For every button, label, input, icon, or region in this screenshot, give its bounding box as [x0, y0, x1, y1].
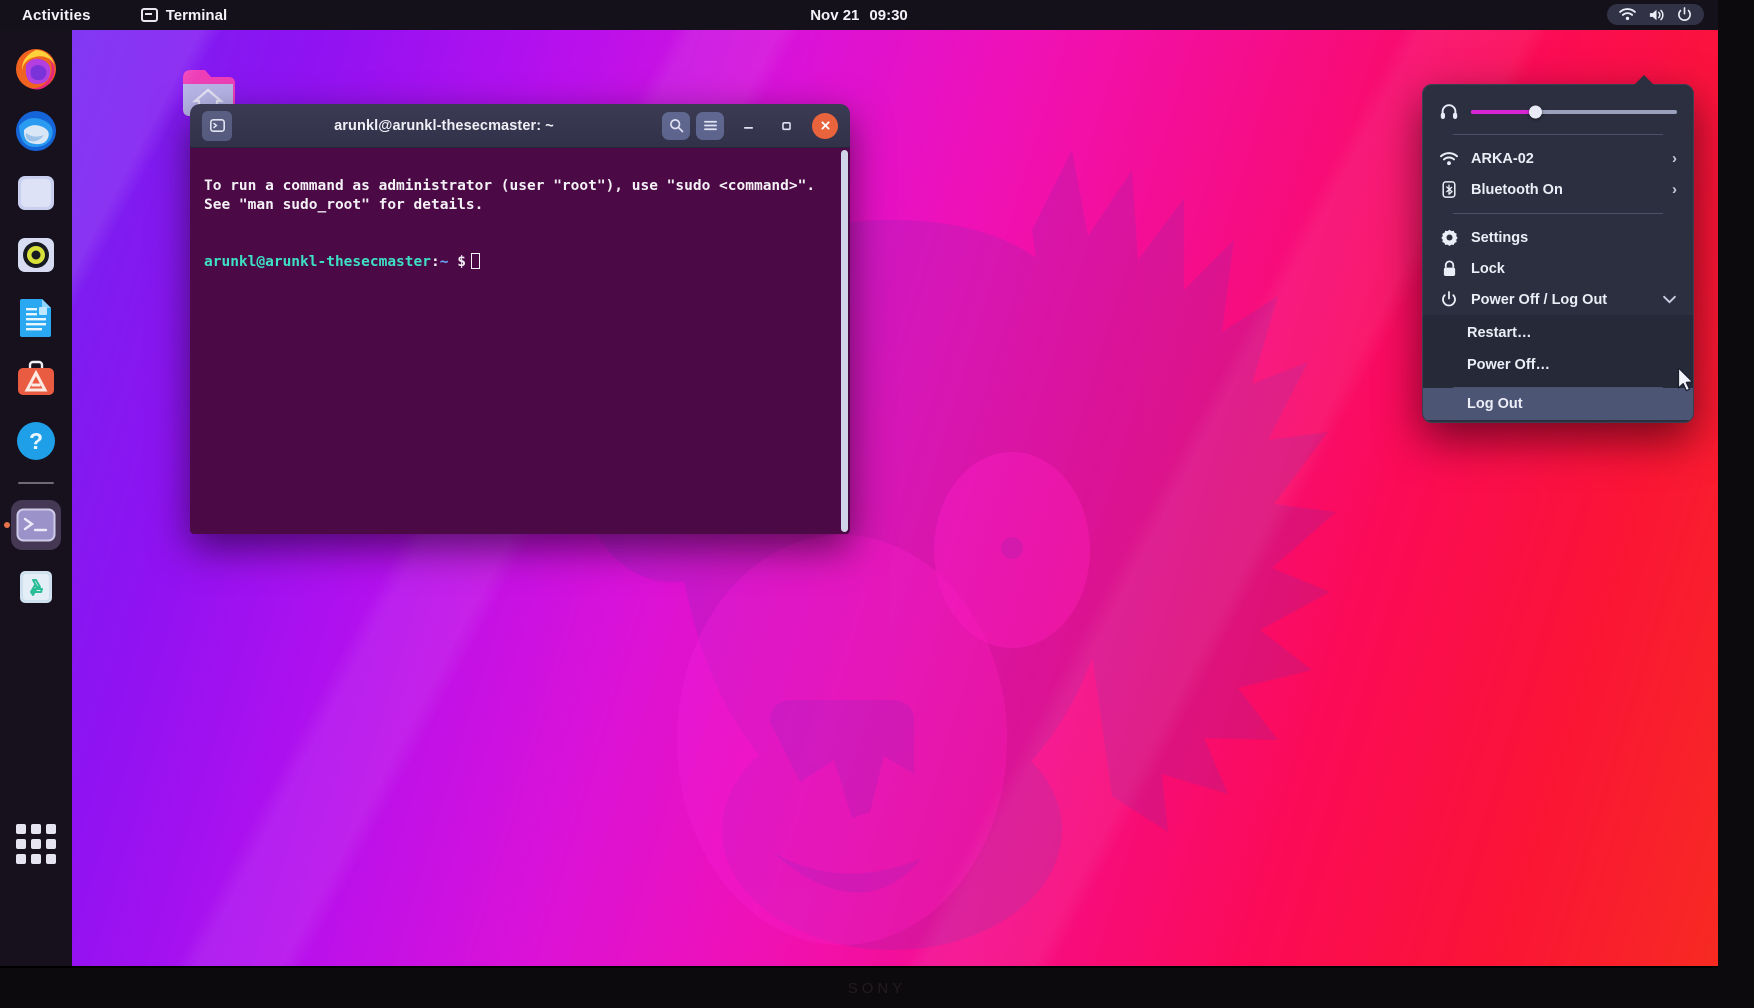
system-menu-arrow: [1634, 75, 1654, 85]
screen: arunkl@arunkl-thesecmaster: ~ To run a c…: [0, 0, 1718, 968]
terminal-output-line-1: To run a command as administrator (user …: [204, 178, 816, 194]
wifi-label: ARKA-02: [1471, 150, 1534, 167]
close-icon[interactable]: [812, 112, 838, 139]
prompt-symbol: $: [457, 254, 466, 270]
terminal-tab-icon[interactable]: [202, 110, 232, 141]
dock-item-ubuntu-software[interactable]: [11, 354, 61, 404]
terminal-window[interactable]: arunkl@arunkl-thesecmaster: ~ To run a c…: [190, 104, 850, 534]
terminal-output-line-2: See "man sudo_root" for details.: [204, 197, 484, 213]
dock-item-help[interactable]: ?: [11, 416, 61, 466]
volume-icon: [1648, 8, 1665, 22]
clock[interactable]: Nov 21 09:30: [810, 7, 908, 24]
menu-divider-2: [1453, 213, 1663, 214]
chevron-right-icon[interactable]: ›: [1672, 181, 1677, 198]
maximize-icon[interactable]: [772, 112, 800, 140]
dock-item-rhythmbox[interactable]: [11, 230, 61, 280]
gear-icon: [1439, 229, 1459, 246]
prompt-path: ~: [439, 254, 449, 270]
clock-time: 09:30: [869, 6, 908, 24]
volume-slider[interactable]: [1471, 105, 1677, 118]
menu-divider-1: [1453, 134, 1663, 135]
system-menu-item-bluetooth[interactable]: Bluetooth On ›: [1423, 174, 1693, 205]
clock-date: Nov 21: [810, 6, 860, 24]
dock[interactable]: ?: [0, 30, 72, 966]
chevron-right-icon[interactable]: ›: [1672, 150, 1677, 167]
power-off-log-out-label: Power Off / Log Out: [1471, 291, 1608, 308]
dock-item-firefox[interactable]: [11, 44, 61, 94]
terminal-cursor: [470, 253, 480, 269]
app-indicator[interactable]: Terminal: [140, 6, 228, 24]
headphones-icon: [1439, 103, 1459, 120]
lock-label: Lock: [1471, 260, 1505, 277]
monitor-photo: SONY arunkl@arunkl-thesecmaster: ~ To ru…: [0, 0, 1754, 1008]
power-icon: [1677, 7, 1692, 22]
show-applications-button[interactable]: [14, 822, 58, 866]
monitor-brand-logo: SONY: [847, 980, 907, 997]
power-icon: [1439, 291, 1459, 308]
dock-item-files[interactable]: [11, 168, 61, 218]
minimize-icon[interactable]: [734, 112, 762, 140]
terminal-scrollbar[interactable]: [841, 150, 848, 532]
settings-label: Settings: [1471, 229, 1529, 246]
hamburger-menu-icon[interactable]: [696, 111, 724, 140]
activities-button[interactable]: Activities: [22, 7, 91, 24]
terminal-titlebar[interactable]: arunkl@arunkl-thesecmaster: ~: [190, 104, 850, 148]
svg-text:?: ?: [29, 428, 43, 454]
wifi-icon: [1439, 151, 1459, 166]
dock-separator: [18, 482, 54, 484]
terminal-prompt-line: arunkl@arunkl-thesecmaster:~ $: [204, 253, 836, 272]
volume-slider-fill: [1471, 109, 1535, 114]
dock-item-trash[interactable]: [11, 562, 61, 612]
prompt-colon: :: [430, 254, 440, 270]
system-menu-item-power-off-log-out[interactable]: Power Off / Log Out: [1423, 284, 1693, 315]
terminal-icon: [140, 8, 158, 22]
system-menu[interactable]: ARKA-02 › Bluetooth On › Settings Lock P…: [1422, 84, 1694, 423]
terminal-title: arunkl@arunkl-thesecmaster: ~: [334, 117, 554, 134]
terminal-output[interactable]: To run a command as administrator (user …: [190, 148, 850, 534]
volume-slider-knob[interactable]: [1528, 105, 1542, 118]
chevron-down-icon[interactable]: [1662, 291, 1677, 308]
system-menu-item-lock[interactable]: Lock: [1423, 253, 1693, 284]
bluetooth-label: Bluetooth On: [1471, 181, 1563, 198]
top-bar: Activities Terminal Nov 21 09:30: [0, 0, 1718, 30]
submenu-item-power-off[interactable]: Power Off…: [1423, 349, 1693, 381]
status-menu-button[interactable]: [1607, 4, 1704, 25]
lock-icon: [1439, 260, 1459, 277]
wifi-icon: [1619, 8, 1636, 21]
system-menu-item-settings[interactable]: Settings: [1423, 222, 1693, 253]
bluetooth-icon: [1439, 181, 1459, 198]
dock-item-terminal[interactable]: [11, 500, 61, 550]
power-submenu[interactable]: Restart… Power Off… Log Out: [1423, 315, 1693, 420]
dock-item-thunderbird[interactable]: [11, 106, 61, 156]
search-icon[interactable]: [662, 111, 690, 140]
desktop[interactable]: arunkl@arunkl-thesecmaster: ~ To run a c…: [72, 30, 1718, 966]
submenu-item-log-out[interactable]: Log Out: [1423, 388, 1693, 420]
volume-slider-row[interactable]: [1423, 93, 1693, 126]
submenu-item-restart[interactable]: Restart…: [1423, 317, 1693, 349]
dock-item-libreoffice-writer[interactable]: [11, 292, 61, 342]
system-menu-item-wifi[interactable]: ARKA-02 ›: [1423, 143, 1693, 174]
prompt-user-host: arunkl@arunkl-thesecmaster: [204, 254, 431, 270]
app-indicator-label: Terminal: [165, 6, 228, 24]
